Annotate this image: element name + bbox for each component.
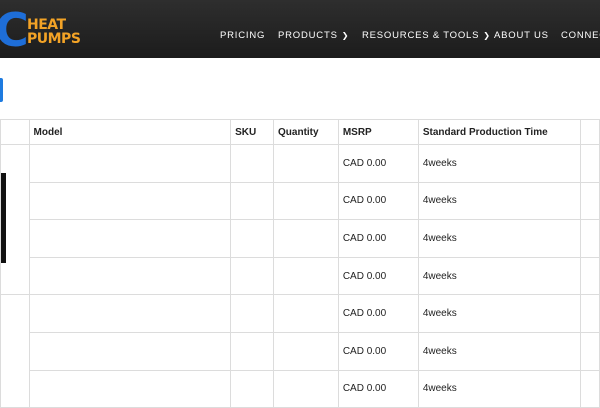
table-header-row: Model SKU Quantity MSRP Standard Product… — [0, 119, 600, 145]
msrp-cell: CAD 0.00 — [337, 256, 419, 296]
msrp-cell: CAD 0.00 — [337, 331, 419, 371]
extra-cell — [579, 144, 600, 183]
model-cell — [28, 219, 232, 258]
action-button[interactable] — [0, 78, 3, 102]
quantity-cell[interactable] — [273, 256, 339, 296]
msrp-cell: CAD 0.00 — [337, 369, 419, 408]
extra-cell — [579, 256, 600, 296]
logo-word-heat: HEAT — [27, 17, 66, 33]
extra-cell — [579, 369, 600, 408]
column-header-production-time: Standard Production Time — [417, 119, 581, 145]
column-header-image — [0, 119, 30, 145]
table-row: CAD 0.00 4weeks — [1, 331, 600, 371]
production-time-cell: 4weeks — [417, 219, 581, 258]
nav-about-us-label: ABOUT US — [494, 30, 549, 41]
model-cell — [28, 181, 232, 221]
site-header: C HEAT PUMPS PRICING PRODUCTS ❯ RESOURCES… — [0, 0, 600, 58]
nav-resources-tools[interactable]: RESOURCES & TOOLS ❯ — [362, 30, 491, 41]
quantity-cell[interactable] — [273, 369, 339, 408]
nav-about-us[interactable]: ABOUT US — [494, 30, 549, 41]
model-cell — [28, 331, 232, 371]
table-row: CAD 0.00 4weeks — [0, 294, 600, 408]
logo-word-pumps: PUMPS — [27, 31, 81, 47]
table-row: CAD 0.00 4weeks — [1, 181, 600, 221]
model-cell — [28, 256, 232, 296]
production-time-cell: 4weeks — [417, 181, 581, 221]
nav-connect[interactable]: CONNEC — [561, 30, 600, 41]
production-time-cell: 4weeks — [417, 331, 581, 371]
model-cell — [28, 369, 232, 408]
nav-connect-label: CONNEC — [561, 30, 600, 41]
chevron-down-icon: ❯ — [483, 31, 491, 40]
table-row: CAD 0.00 4weeks — [0, 143, 600, 296]
production-time-cell: 4weeks — [417, 369, 581, 408]
table-row: CAD 0.00 4weeks — [1, 219, 600, 258]
sku-cell — [230, 144, 275, 183]
quantity-cell[interactable] — [273, 181, 339, 221]
logo-letter: C — [0, 3, 29, 57]
nav-resources-tools-label: RESOURCES & TOOLS — [362, 30, 480, 41]
product-image-cell — [0, 143, 30, 296]
extra-cell — [579, 181, 600, 221]
extra-cell — [579, 219, 600, 258]
table-row: CAD 0.00 4weeks — [1, 369, 600, 408]
table-row: CAD 0.00 4weeks — [1, 256, 600, 296]
chevron-down-icon: ❯ — [341, 31, 350, 40]
msrp-cell: CAD 0.00 — [337, 181, 419, 221]
sku-cell — [230, 369, 275, 408]
sku-cell — [230, 219, 275, 258]
nav-pricing-label: PRICING — [220, 30, 266, 41]
model-cell — [28, 144, 232, 183]
production-time-cell: 4weeks — [417, 256, 581, 296]
sku-cell — [230, 294, 275, 333]
nav-products[interactable]: PRODUCTS ❯ — [278, 30, 349, 41]
model-cell — [28, 294, 232, 333]
nav-pricing[interactable]: PRICING — [220, 30, 265, 41]
production-time-cell: 4weeks — [417, 144, 581, 183]
msrp-cell: CAD 0.00 — [337, 294, 419, 333]
product-image-cell — [0, 294, 30, 408]
quantity-cell[interactable] — [273, 294, 339, 333]
quantity-cell[interactable] — [273, 144, 339, 183]
msrp-cell: CAD 0.00 — [337, 219, 419, 258]
extra-cell — [579, 294, 600, 333]
column-header-quantity: Quantity — [273, 119, 339, 145]
column-header-msrp: MSRP — [337, 119, 419, 145]
heat-pumps-logo[interactable]: C HEAT PUMPS — [0, 7, 81, 53]
nav-products-label: PRODUCTS — [278, 30, 338, 41]
product-image[interactable] — [1, 173, 6, 263]
product-table: Model SKU Quantity MSRP Standard Product… — [0, 119, 600, 408]
column-header-extra — [579, 119, 600, 145]
sku-cell — [230, 181, 275, 221]
msrp-cell: CAD 0.00 — [337, 144, 419, 183]
column-header-model: Model — [28, 119, 232, 145]
sku-cell — [230, 256, 275, 296]
sku-cell — [230, 331, 275, 371]
quantity-cell[interactable] — [273, 219, 339, 258]
production-time-cell: 4weeks — [417, 294, 581, 333]
quantity-cell[interactable] — [273, 331, 339, 371]
extra-cell — [579, 331, 600, 371]
column-header-sku: SKU — [230, 119, 275, 145]
